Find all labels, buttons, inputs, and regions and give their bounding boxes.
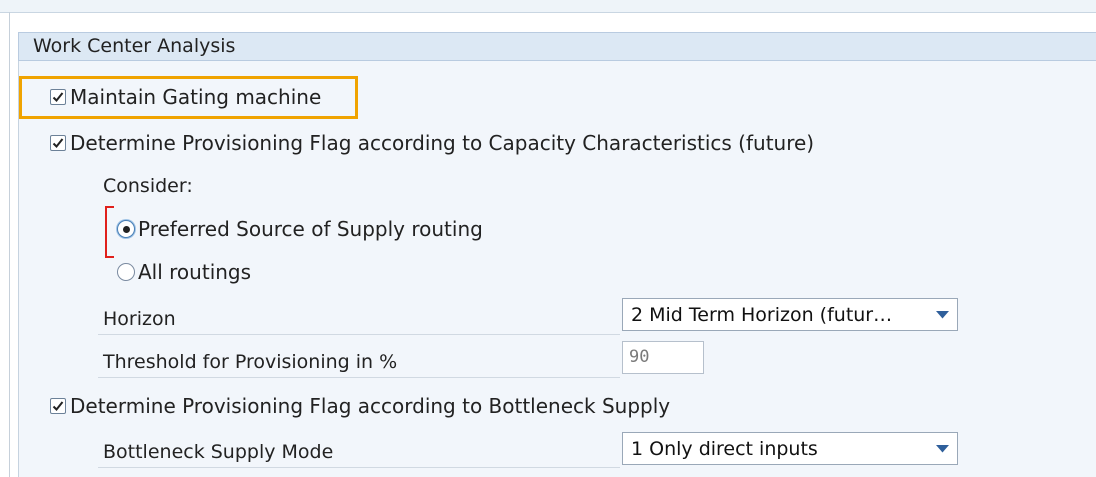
checkmark-icon: [52, 401, 64, 411]
capacity-flag-option[interactable]: Determine Provisioning Flag according to…: [50, 128, 814, 158]
horizon-label-row: Horizon: [98, 304, 620, 335]
bottleneck-flag-label: Determine Provisioning Flag according to…: [70, 394, 671, 418]
capacity-flag-checkbox[interactable]: [50, 135, 66, 151]
focus-indicator: [105, 206, 114, 258]
bottleneck-mode-value: 1 Only direct inputs: [631, 437, 818, 460]
bottleneck-flag-checkbox[interactable]: [50, 398, 66, 414]
capacity-flag-label: Determine Provisioning Flag according to…: [70, 131, 815, 155]
group-title: Work Center Analysis: [33, 35, 236, 57]
horizon-value: 2 Mid Term Horizon (futur…: [631, 303, 893, 326]
all-routings-label: All routings: [138, 260, 252, 284]
preferred-source-label: Preferred Source of Supply routing: [138, 217, 483, 241]
bottleneck-mode-dropdown[interactable]: 1 Only direct inputs: [622, 432, 958, 465]
radio-dot-icon: [122, 225, 130, 233]
bottleneck-mode-label-row: Bottleneck Supply Mode: [98, 437, 620, 468]
radio-preferred-source[interactable]: Preferred Source of Supply routing: [117, 214, 483, 244]
maintain-gating-label: Maintain Gating machine: [70, 85, 322, 109]
checkmark-icon: [52, 92, 64, 102]
consider-label: Consider:: [103, 175, 193, 197]
bottleneck-flag-option[interactable]: Determine Provisioning Flag according to…: [50, 391, 670, 421]
maintain-gating-checkbox[interactable]: [50, 89, 66, 105]
horizon-dropdown[interactable]: 2 Mid Term Horizon (futur…: [622, 298, 958, 331]
dropdown-caret-icon[interactable]: [927, 310, 957, 319]
checkmark-icon: [52, 138, 64, 148]
threshold-input[interactable]: 90: [622, 341, 704, 374]
dropdown-caret-icon[interactable]: [927, 444, 957, 453]
radio-all-routings[interactable]: All routings: [117, 257, 251, 287]
group-header: Work Center Analysis: [18, 32, 1096, 61]
preferred-source-radio[interactable]: [117, 220, 135, 238]
maintain-gating-option[interactable]: Maintain Gating machine: [50, 82, 321, 112]
threshold-label-row: Threshold for Provisioning in %: [98, 347, 620, 378]
left-divider: [9, 12, 10, 477]
threshold-label: Threshold for Provisioning in %: [103, 351, 398, 373]
all-routings-radio[interactable]: [117, 263, 135, 281]
horizon-label: Horizon: [103, 308, 176, 330]
top-strip: [0, 0, 1096, 13]
threshold-value: 90: [629, 347, 650, 367]
bottleneck-mode-label: Bottleneck Supply Mode: [103, 441, 334, 463]
consider-label-row: Consider:: [103, 171, 193, 201]
